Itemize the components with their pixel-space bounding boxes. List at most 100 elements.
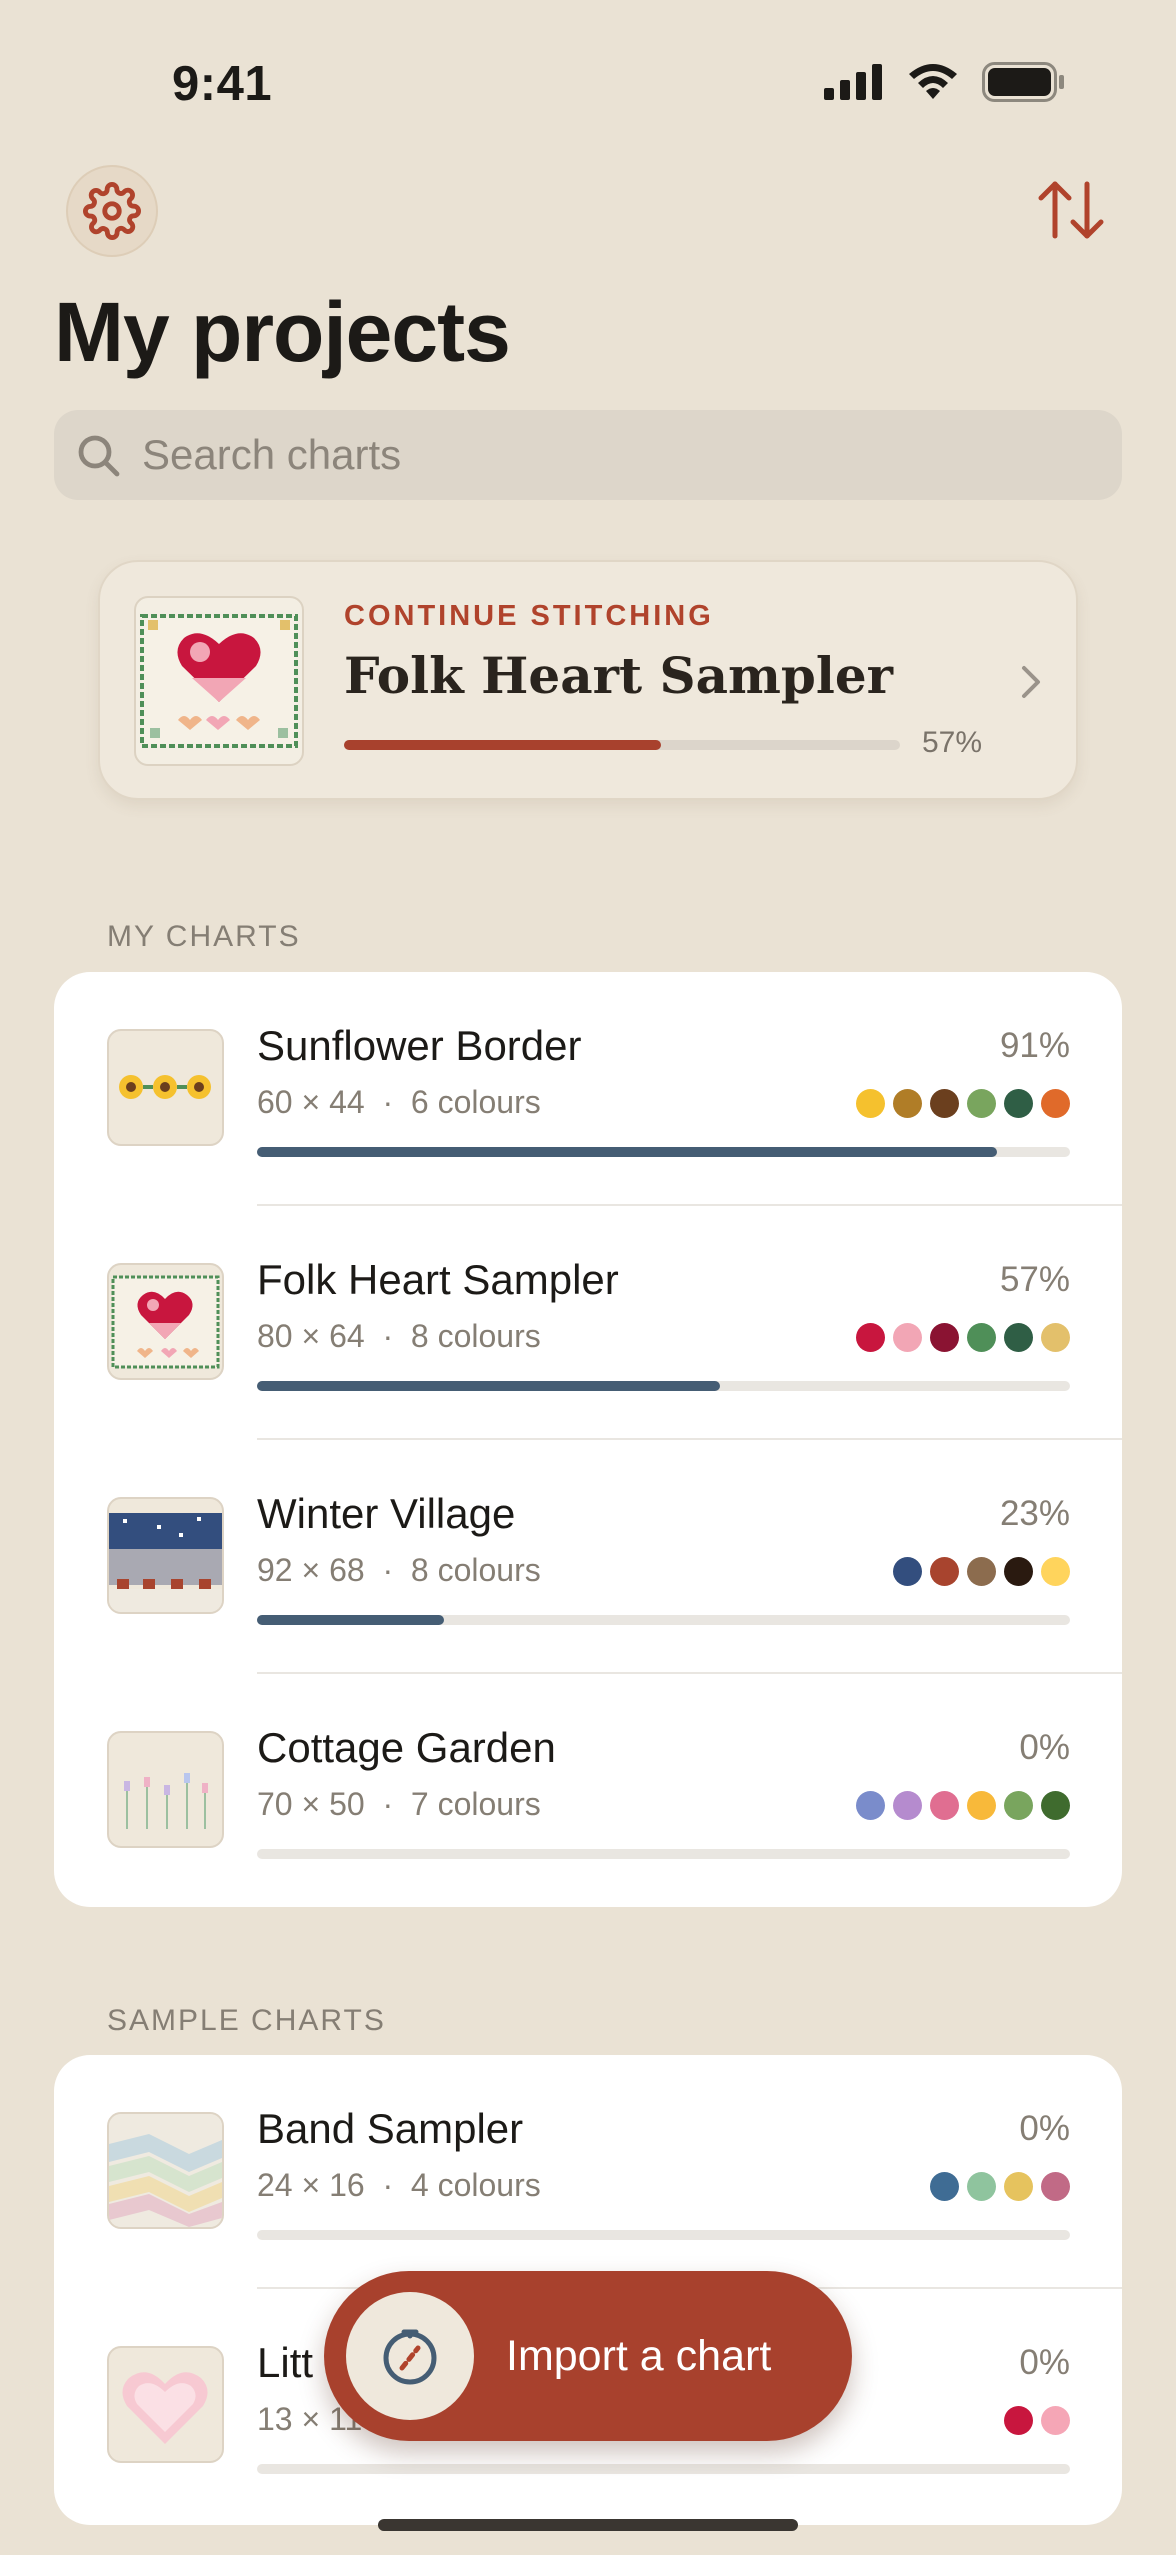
band-sampler-thumbnail — [107, 2112, 224, 2229]
colour-swatch — [1041, 1089, 1070, 1118]
search-icon — [78, 435, 120, 477]
chart-colour-count: 8 colours — [410, 1318, 541, 1354]
folk-heart-thumbnail-art — [111, 1275, 220, 1369]
colour-swatches — [856, 1323, 1070, 1352]
import-link-icon-wrap — [346, 2292, 474, 2420]
colour-swatch — [893, 1557, 922, 1586]
chart-row-cottage-garden[interactable]: Cottage Garden 70 × 50 · 7 colours 0% — [54, 1674, 1122, 1907]
colour-swatch — [967, 1557, 996, 1586]
colour-swatch — [856, 1089, 885, 1118]
colour-swatch — [930, 1557, 959, 1586]
search-bar[interactable] — [54, 410, 1122, 500]
colour-swatch — [930, 1089, 959, 1118]
chart-progress-percent: 0% — [1019, 2343, 1070, 2382]
chart-progress-bar — [257, 1381, 1070, 1391]
chart-name: Band Sampler — [257, 2105, 524, 2152]
chart-progress-bar — [257, 1147, 1070, 1157]
chart-colour-count: 8 colours — [410, 1552, 541, 1588]
continue-stitching-card[interactable]: CONTINUE STITCHING Folk Heart Sampler 57… — [98, 560, 1078, 800]
settings-button[interactable] — [66, 165, 158, 257]
page-title: My projects — [54, 285, 511, 379]
sort-button[interactable] — [1026, 170, 1116, 250]
chart-dimensions: 80 × 64 — [257, 1318, 365, 1354]
winter-village-thumbnail — [107, 1497, 224, 1614]
import-link-icon — [383, 2329, 437, 2385]
battery-icon — [982, 62, 1064, 102]
colour-swatch — [1004, 2406, 1033, 2435]
colour-swatches — [930, 2172, 1070, 2201]
chart-meta: 60 × 44 · 6 colours — [257, 1084, 541, 1120]
colour-swatches — [1004, 2406, 1070, 2435]
cottage-garden-thumbnail — [107, 1731, 224, 1848]
chart-name: Winter Village — [257, 1490, 516, 1537]
chart-row-band-sampler[interactable]: Band Sampler 24 × 16 · 4 colours 0% — [54, 2055, 1122, 2289]
colour-swatches — [893, 1557, 1070, 1586]
sunflower-border-thumbnail — [107, 1029, 224, 1146]
chart-name: Folk Heart Sampler — [257, 1256, 619, 1303]
colour-swatch — [1004, 1323, 1033, 1352]
chart-progress-fill — [257, 1147, 997, 1157]
chart-name: Litt — [257, 2339, 314, 2386]
gear-icon — [83, 182, 141, 240]
home-indicator — [378, 2519, 798, 2531]
chart-row-winter-village[interactable]: Winter Village 92 × 68 · 8 colours 23% — [54, 1440, 1122, 1674]
search-input[interactable] — [140, 430, 1044, 480]
chart-progress-bar — [257, 1849, 1070, 1859]
chart-meta: 92 × 68 · 8 colours — [257, 1552, 541, 1588]
chart-meta: 80 × 64 · 8 colours — [257, 1318, 541, 1354]
sample-charts-label: SAMPLE CHARTS — [107, 2004, 386, 2037]
continue-progress-fill — [344, 740, 661, 750]
my-charts-list: Sunflower Border 60 × 44 · 6 colours 91%… — [54, 972, 1122, 1907]
continue-eyebrow: CONTINUE STITCHING — [344, 600, 714, 632]
chart-progress-fill — [257, 1381, 721, 1391]
colour-swatch — [967, 1089, 996, 1118]
band-sampler-thumbnail-art — [109, 2114, 222, 2227]
colour-swatch — [893, 1089, 922, 1118]
colour-swatch — [930, 1791, 959, 1820]
sunflower-thumbnail-art — [119, 1075, 211, 1099]
winter-village-thumbnail-art — [109, 1513, 222, 1612]
colour-swatch — [1041, 1557, 1070, 1586]
chart-row-folk-heart-sampler[interactable]: Folk Heart Sampler 80 × 64 · 8 colours 5… — [54, 1206, 1122, 1440]
cottage-garden-thumbnail-art — [124, 1773, 208, 1829]
continue-chart-thumbnail — [134, 596, 304, 766]
continue-progress-percent: 57% — [922, 726, 983, 759]
colour-swatch — [967, 1791, 996, 1820]
continue-progress-bar — [344, 740, 900, 750]
chart-dimensions: 24 × 16 — [257, 2167, 365, 2203]
chart-progress-percent: 91% — [999, 1026, 1070, 1065]
colour-swatch — [893, 1323, 922, 1352]
sort-arrows-icon — [1038, 181, 1104, 239]
chart-progress-percent: 23% — [999, 1494, 1070, 1533]
colour-swatch — [856, 1323, 885, 1352]
chart-colour-count: 7 colours — [410, 1786, 541, 1822]
colour-swatch — [967, 2172, 996, 2201]
colour-swatch — [1004, 2172, 1033, 2201]
chevron-right-icon — [1022, 666, 1040, 698]
chart-row-sunflower-border[interactable]: Sunflower Border 60 × 44 · 6 colours 91% — [54, 972, 1122, 1206]
colour-swatches — [856, 1791, 1070, 1820]
wifi-icon — [909, 64, 957, 99]
status-icons — [824, 62, 1066, 102]
signal-icon — [824, 64, 882, 100]
colour-swatch — [1004, 1089, 1033, 1118]
colour-swatches — [856, 1089, 1070, 1118]
chart-progress-bar — [257, 2230, 1070, 2240]
colour-swatch — [893, 1791, 922, 1820]
chart-progress-bar — [257, 1615, 1070, 1625]
chart-meta: 70 × 50 · 7 colours — [257, 1786, 541, 1822]
chart-progress-fill — [257, 1615, 444, 1625]
chart-meta: 24 × 16 · 4 colours — [257, 2167, 541, 2203]
import-chart-button[interactable]: Import a chart — [324, 2271, 852, 2441]
continue-chart-name: Folk Heart Sampler — [344, 646, 893, 705]
my-charts-label: MY CHARTS — [107, 920, 301, 953]
status-time: 9:41 — [172, 57, 273, 111]
chart-colour-count: 4 colours — [410, 2167, 541, 2203]
chart-name: Sunflower Border — [257, 1022, 582, 1069]
folk-heart-thumbnail — [107, 1263, 224, 1380]
chart-progress-percent: 57% — [999, 1260, 1070, 1299]
colour-swatch — [1041, 1791, 1070, 1820]
colour-swatch — [967, 1323, 996, 1352]
chart-progress-bar — [257, 2464, 1070, 2474]
colour-swatch — [1004, 1557, 1033, 1586]
